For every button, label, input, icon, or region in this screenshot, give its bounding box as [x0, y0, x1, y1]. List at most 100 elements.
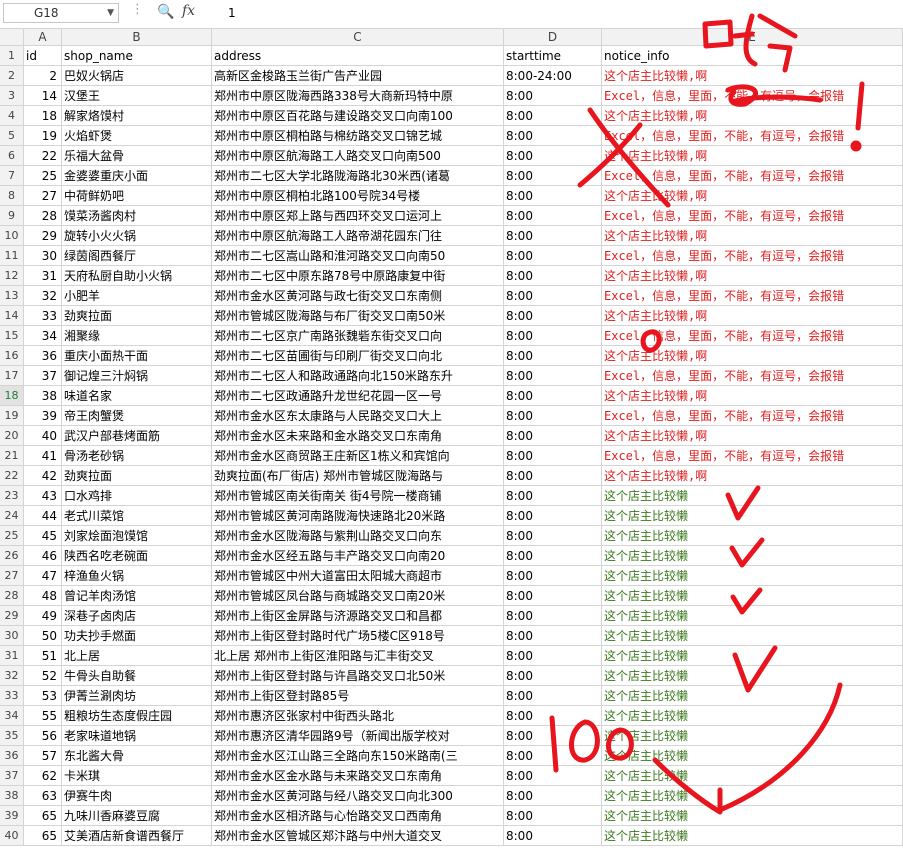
- cell-starttime[interactable]: 8:00: [504, 366, 602, 386]
- cell-shop-name[interactable]: 汉堡王: [62, 86, 212, 106]
- row-header[interactable]: 4: [0, 106, 24, 126]
- cell-notice-info[interactable]: Excel，信息，里面，不能，有逗号，会报错: [602, 406, 903, 426]
- cell-notice-info[interactable]: 这个店主比较懒: [602, 586, 903, 606]
- cell-notice-info[interactable]: 这个店主比较懒: [602, 826, 903, 846]
- cell-starttime[interactable]: 8:00: [504, 486, 602, 506]
- cell-address[interactable]: 郑州市金水区金水路与未来路交叉口东南角: [212, 766, 504, 786]
- cell-shop-name[interactable]: 功夫抄手燃面: [62, 626, 212, 646]
- cell-address[interactable]: 郑州市中原区陇海西路338号大商新玛特中原: [212, 86, 504, 106]
- cell-starttime[interactable]: 8:00: [504, 286, 602, 306]
- cell-starttime[interactable]: 8:00: [504, 466, 602, 486]
- cell-address[interactable]: 郑州市中原区百花路与建设路交叉口向南100: [212, 106, 504, 126]
- cell-address[interactable]: 北上居 郑州市上街区淮阳路与汇丰街交叉: [212, 646, 504, 666]
- cell-shop-name[interactable]: 卡米琪: [62, 766, 212, 786]
- row-header[interactable]: 32: [0, 666, 24, 686]
- cell-shop-name[interactable]: 旋转小火火锅: [62, 226, 212, 246]
- cell-shop-name[interactable]: shop_name: [62, 46, 212, 66]
- cell-address[interactable]: 郑州市二七区中原东路78号中原路康复中街: [212, 266, 504, 286]
- cell-starttime[interactable]: 8:00: [504, 386, 602, 406]
- cell-notice-info[interactable]: Excel，信息，里面，不能，有逗号，会报错: [602, 166, 903, 186]
- cell-starttime[interactable]: 8:00: [504, 506, 602, 526]
- cell-shop-name[interactable]: 深巷子卤肉店: [62, 606, 212, 626]
- row-header[interactable]: 16: [0, 346, 24, 366]
- cell-id[interactable]: 56: [24, 726, 62, 746]
- cell-notice-info[interactable]: 这个店主比较懒: [602, 746, 903, 766]
- row-header[interactable]: 27: [0, 566, 24, 586]
- cell-notice-info[interactable]: Excel，信息，里面，不能，有逗号，会报错: [602, 446, 903, 466]
- cell-address[interactable]: 郑州市金水区陇海路与紫荆山路交叉口向东: [212, 526, 504, 546]
- cell-address[interactable]: address: [212, 46, 504, 66]
- cell-notice-info[interactable]: Excel，信息，里面，不能，有逗号，会报错: [602, 86, 903, 106]
- cell-address[interactable]: 郑州市管城区中州大道富田太阳城大商超市: [212, 566, 504, 586]
- cell-notice-info[interactable]: 这个店主比较懒: [602, 546, 903, 566]
- cell-notice-info[interactable]: 这个店主比较懒,啊: [602, 306, 903, 326]
- row-header[interactable]: 25: [0, 526, 24, 546]
- row-header[interactable]: 39: [0, 806, 24, 826]
- cell-address[interactable]: 郑州市管城区陇海路与布厂街交叉口南50米: [212, 306, 504, 326]
- row-header[interactable]: 17: [0, 366, 24, 386]
- cell-id[interactable]: 14: [24, 86, 62, 106]
- column-header-b[interactable]: B: [62, 29, 212, 46]
- cell-starttime[interactable]: 8:00: [504, 646, 602, 666]
- cell-starttime[interactable]: 8:00: [504, 106, 602, 126]
- cell-notice-info[interactable]: 这个店主比较懒,啊: [602, 106, 903, 126]
- cell-starttime[interactable]: 8:00: [504, 546, 602, 566]
- cell-shop-name[interactable]: 解家烙馍村: [62, 106, 212, 126]
- cell-shop-name[interactable]: 馍菜汤酱肉村: [62, 206, 212, 226]
- cell-shop-name[interactable]: 老式川菜馆: [62, 506, 212, 526]
- cell-starttime[interactable]: 8:00: [504, 346, 602, 366]
- cell-starttime[interactable]: 8:00: [504, 326, 602, 346]
- cell-address[interactable]: 郑州市中原区航海路工人路帝湖花园东门往: [212, 226, 504, 246]
- cell-starttime[interactable]: 8:00: [504, 306, 602, 326]
- cell-id[interactable]: 2: [24, 66, 62, 86]
- cell-notice-info[interactable]: Excel，信息，里面，不能，有逗号，会报错: [602, 206, 903, 226]
- cell-starttime[interactable]: 8:00: [504, 86, 602, 106]
- cell-shop-name[interactable]: 武汉户部巷烤面筋: [62, 426, 212, 446]
- cell-shop-name[interactable]: 御记煌三汁焖锅: [62, 366, 212, 386]
- column-header-a[interactable]: A: [24, 29, 62, 46]
- cell-notice-info[interactable]: 这个店主比较懒: [602, 726, 903, 746]
- cell-starttime[interactable]: 8:00: [504, 686, 602, 706]
- cell-notice-info[interactable]: 这个店主比较懒,啊: [602, 226, 903, 246]
- cell-notice-info[interactable]: 这个店主比较懒: [602, 606, 903, 626]
- row-header[interactable]: 36: [0, 746, 24, 766]
- cell-id[interactable]: 51: [24, 646, 62, 666]
- row-header[interactable]: 12: [0, 266, 24, 286]
- cell-id[interactable]: 63: [24, 786, 62, 806]
- row-header[interactable]: 19: [0, 406, 24, 426]
- column-header-c[interactable]: C: [212, 29, 504, 46]
- cell-address[interactable]: 郑州市二七区苗圃街与印刷厂街交叉口向北: [212, 346, 504, 366]
- cell-shop-name[interactable]: 刘家烩面泡馍馆: [62, 526, 212, 546]
- cell-starttime[interactable]: 8:00: [504, 726, 602, 746]
- cell-shop-name[interactable]: 伊赛牛肉: [62, 786, 212, 806]
- cell-notice-info[interactable]: 这个店主比较懒: [602, 666, 903, 686]
- row-header[interactable]: 38: [0, 786, 24, 806]
- cell-starttime[interactable]: 8:00: [504, 246, 602, 266]
- cell-shop-name[interactable]: 伊菁兰涮肉坊: [62, 686, 212, 706]
- cell-shop-name[interactable]: 金婆婆重庆小面: [62, 166, 212, 186]
- cell-starttime[interactable]: starttime: [504, 46, 602, 66]
- cell-id[interactable]: 52: [24, 666, 62, 686]
- cell-id[interactable]: 18: [24, 106, 62, 126]
- cell-notice-info[interactable]: Excel，信息，里面，不能，有逗号，会报错: [602, 126, 903, 146]
- cell-address[interactable]: 郑州市中原区桐柏路与棉纺路交叉口锦艺城: [212, 126, 504, 146]
- cell-address[interactable]: 郑州市二七区人和路政通路向北150米路东升: [212, 366, 504, 386]
- cell-id[interactable]: 43: [24, 486, 62, 506]
- cell-id[interactable]: 57: [24, 746, 62, 766]
- cell-id[interactable]: 29: [24, 226, 62, 246]
- row-header[interactable]: 13: [0, 286, 24, 306]
- cell-notice-info[interactable]: Excel，信息，里面，不能，有逗号，会报错: [602, 366, 903, 386]
- cell-starttime[interactable]: 8:00: [504, 446, 602, 466]
- cell-shop-name[interactable]: 巴奴火锅店: [62, 66, 212, 86]
- cell-address[interactable]: 郑州市管城区凤台路与商城路交叉口南20米: [212, 586, 504, 606]
- cell-starttime[interactable]: 8:00: [504, 606, 602, 626]
- cell-shop-name[interactable]: 火焰虾煲: [62, 126, 212, 146]
- cell-shop-name[interactable]: 重庆小面热干面: [62, 346, 212, 366]
- row-header[interactable]: 14: [0, 306, 24, 326]
- cell-starttime[interactable]: 8:00: [504, 586, 602, 606]
- cell-address[interactable]: 郑州市上街区金屏路与济源路交叉口和昌都: [212, 606, 504, 626]
- cell-starttime[interactable]: 8:00: [504, 146, 602, 166]
- cell-notice-info[interactable]: 这个店主比较懒,啊: [602, 346, 903, 366]
- cell-address[interactable]: 郑州市上街区登封路时代广场5楼C区918号: [212, 626, 504, 646]
- row-header[interactable]: 6: [0, 146, 24, 166]
